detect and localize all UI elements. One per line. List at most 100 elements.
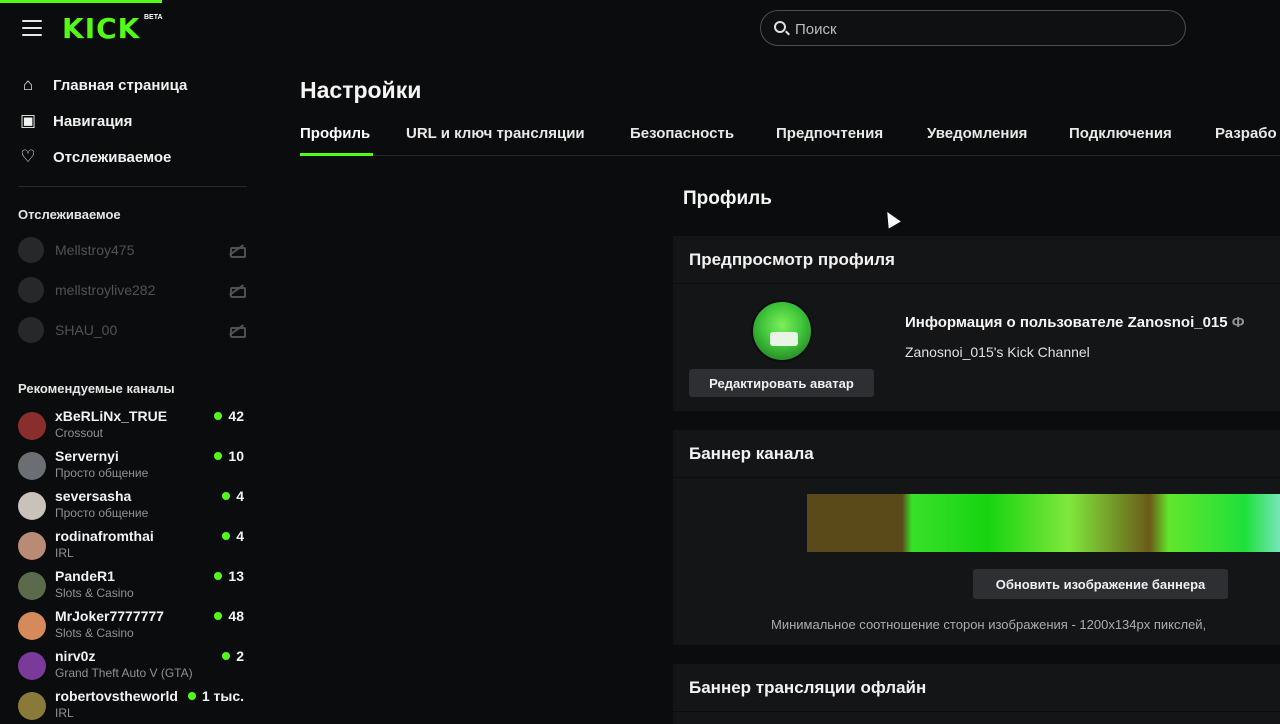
recommended-channel[interactable]: PandeR1 Slots & Casino 13	[18, 568, 244, 604]
avatar	[18, 317, 44, 343]
channel-category: Crossout	[55, 426, 104, 440]
channel-name: robertovstheworld	[55, 688, 178, 704]
sidebar-divider	[18, 186, 247, 187]
channel-category: IRL	[55, 546, 74, 560]
settings-tabs: Профиль URL и ключ трансляции Безопаснос…	[300, 125, 1280, 157]
avatar	[18, 237, 44, 263]
avatar	[18, 572, 46, 600]
sidebar-item-label: Навигация	[53, 112, 133, 130]
channel-category: Grand Theft Auto V (GTA)	[55, 666, 193, 680]
tab-connections[interactable]: Подключения	[1069, 125, 1172, 142]
tab-developer[interactable]: Разрабо	[1215, 125, 1277, 142]
channel-name: MrJoker7777777	[55, 608, 164, 624]
channel-category: Просто общение	[55, 506, 149, 520]
avatar	[18, 532, 46, 560]
search-input[interactable]	[795, 19, 1165, 39]
channel-name: Servernyi	[55, 448, 119, 464]
offline-icon	[228, 244, 246, 258]
channel-name: rodinafromthai	[55, 528, 154, 544]
offline-icon	[228, 284, 246, 298]
edit-avatar-button[interactable]: Редактировать аватар	[689, 369, 874, 397]
channel-name: nirv0z	[55, 648, 96, 664]
avatar	[18, 692, 46, 720]
home-icon: ⌂	[22, 75, 34, 94]
avatar	[18, 277, 44, 303]
live-dot-icon	[222, 492, 231, 500]
section-title: Профиль	[683, 188, 772, 209]
beta-badge: BETA	[144, 14, 163, 21]
avatar	[18, 612, 46, 640]
live-dot-icon	[222, 652, 231, 660]
banner-hint: Минимальное соотношение сторон изображен…	[771, 617, 1207, 632]
sidebar-item-browse[interactable]: ▣ Навигация	[18, 108, 132, 134]
recommended-channel[interactable]: xBeRLiNx_TRUE Crossout 42	[18, 408, 244, 444]
offline-icon	[228, 324, 246, 338]
sidebar: ⌂ Главная страница ▣ Навигация ♡ Отслежи…	[0, 58, 262, 720]
recommended-channel[interactable]: nirv0z Grand Theft Auto V (GTA) 2	[18, 648, 244, 684]
viewer-count: 4	[222, 528, 244, 544]
tabs-divider	[300, 155, 1280, 156]
tab-stream-key[interactable]: URL и ключ трансляции	[406, 125, 585, 142]
viewer-count: 1 тыс.	[187, 688, 244, 704]
channel-name: Mellstroy475	[55, 242, 135, 258]
tab-notifications[interactable]: Уведомления	[927, 125, 1027, 142]
search-icon	[774, 21, 786, 33]
heart-icon: ♡	[20, 147, 36, 166]
update-banner-button[interactable]: Обновить изображение баннера	[973, 569, 1228, 599]
followed-section-title: Отслеживаемое	[18, 207, 121, 222]
browse-icon: ▣	[19, 111, 37, 130]
viewer-count: 2	[222, 648, 244, 664]
tab-profile[interactable]: Профиль	[300, 125, 370, 142]
channel-category: Slots & Casino	[55, 626, 134, 640]
recommended-section-title: Рекомендуемые каналы	[18, 381, 175, 396]
followed-channel[interactable]: SHAU_00	[18, 317, 246, 343]
viewer-count: 4	[222, 488, 244, 504]
user-info-title: Информация о пользователе Zanosnoi_015 Ф	[905, 314, 1245, 331]
active-tab-indicator	[300, 153, 373, 156]
profile-preview-card: Предпросмотр профиля Редактировать авата…	[673, 236, 1280, 411]
top-bar: KICK BETA	[0, 0, 1280, 58]
live-dot-icon	[222, 532, 231, 540]
sidebar-item-label: Главная страница	[53, 76, 188, 94]
card-title: Предпросмотр профиля	[673, 236, 1280, 284]
channel-name: Zanosnoi_015's Kick Channel	[905, 344, 1090, 360]
recommended-channel[interactable]: MrJoker7777777 Slots & Casino 48	[18, 608, 244, 644]
menu-icon[interactable]	[22, 20, 42, 36]
sidebar-item-home[interactable]: ⌂ Главная страница	[18, 72, 188, 98]
loading-bar	[0, 0, 162, 3]
page-title: Настройки	[300, 77, 422, 103]
recommended-channel[interactable]: robertovstheworld IRL 1 тыс.	[18, 688, 244, 724]
avatar	[18, 652, 46, 680]
channel-name: PandeR1	[55, 568, 115, 584]
avatar	[18, 412, 46, 440]
followed-channel[interactable]: mellstroylive282	[18, 277, 246, 303]
tab-preferences[interactable]: Предпочтения	[776, 125, 883, 142]
kick-logo[interactable]: KICK	[62, 12, 140, 45]
live-dot-icon	[214, 572, 223, 580]
recommended-channel[interactable]: seversasha Просто общение 4	[18, 488, 244, 524]
viewer-count: 48	[214, 608, 244, 624]
card-title: Баннер трансляции офлайн	[673, 664, 1280, 712]
channel-category: Просто общение	[55, 466, 149, 480]
channel-name: SHAU_00	[55, 322, 118, 338]
channel-name: xBeRLiNx_TRUE	[55, 408, 168, 424]
followed-channel[interactable]: Mellstroy475	[18, 237, 246, 263]
live-dot-icon	[214, 412, 223, 420]
recommended-channel[interactable]: rodinafromthai IRL 4	[18, 528, 244, 564]
card-title: Баннер канала	[673, 430, 1280, 478]
recommended-channel[interactable]: Servernyi Просто общение 10	[18, 448, 244, 484]
search-bar[interactable]	[760, 10, 1186, 46]
live-dot-icon	[187, 692, 196, 700]
avatar	[751, 300, 813, 362]
channel-banner-card: Баннер канала Обновить изображение банне…	[673, 430, 1280, 645]
sidebar-item-label: Отслеживаемое	[53, 148, 172, 166]
banner-image	[807, 494, 1280, 552]
settings-main: Настройки Профиль URL и ключ трансляции …	[262, 58, 1280, 724]
avatar	[18, 492, 46, 520]
offline-banner-card: Баннер трансляции офлайн	[673, 664, 1280, 724]
sidebar-item-following[interactable]: ♡ Отслеживаемое	[18, 144, 171, 170]
tab-security[interactable]: Безопасность	[630, 125, 734, 142]
avatar	[18, 452, 46, 480]
channel-name: seversasha	[55, 488, 132, 504]
channel-category: Slots & Casino	[55, 586, 134, 600]
